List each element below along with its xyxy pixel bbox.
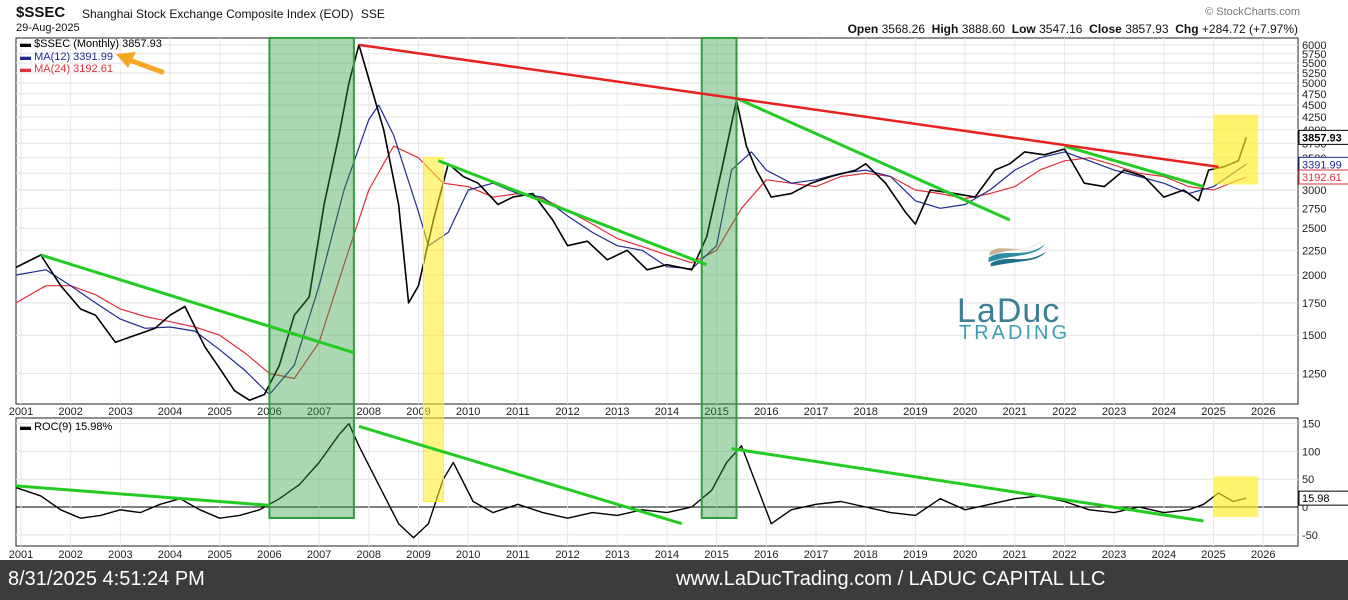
chg-value: +284.72 (+7.97%) <box>1201 22 1298 36</box>
close-price-tag-text: 3857.93 <box>1302 132 1342 144</box>
ma24-price-tag-text: 3192.61 <box>1302 172 1342 184</box>
x-tick-label: 2022 <box>1052 406 1076 418</box>
index-name: Shanghai Stock Exchange Composite Index … <box>82 7 385 21</box>
y-tick-label: 4500 <box>1302 100 1326 112</box>
chart-date: 29-Aug-2025 <box>16 22 80 34</box>
close-value: 3857.93 <box>1125 22 1169 36</box>
symbol-label: $SSEC <box>16 4 66 21</box>
legend-ma12-text: MA(12) 3391.99 <box>34 51 113 63</box>
legend-ma24: ▬ MA(24) 3192.61 <box>20 63 113 75</box>
y-tick-label: 2250 <box>1302 245 1326 257</box>
roc-y-tick-label: 50 <box>1302 474 1314 486</box>
y-tick-label: 1750 <box>1302 298 1326 310</box>
x-tick-label: 2025 <box>1201 406 1225 418</box>
ohlc-readout: Open 3568.26 High 3888.60 Low 3547.16 Cl… <box>848 22 1298 36</box>
price-panel: 1250150017502000225025002750300032503500… <box>9 37 1326 418</box>
x-tick-label: 2011 <box>506 406 530 418</box>
x-tick-label: 2010 <box>456 406 480 418</box>
x-tick-label: 2021 <box>1003 406 1027 418</box>
y-tick-label: 1250 <box>1302 368 1326 380</box>
price-panel-frame <box>15 37 1299 405</box>
x-tick-label: 2020 <box>953 406 977 418</box>
index-title: Shanghai Stock Exchange Composite Index … <box>82 7 354 21</box>
x-tick-label: 2005 <box>207 406 231 418</box>
close-label: Close <box>1089 22 1122 36</box>
x-tick-label: 2004 <box>158 406 182 418</box>
y-tick-label: 3000 <box>1302 185 1326 197</box>
ma24-price-tag: 3192.61 <box>1298 169 1348 185</box>
highlight-box-yellow <box>1213 476 1259 518</box>
x-tick-label: 2013 <box>605 406 629 418</box>
roc-value-tag: 15.98 <box>1298 490 1348 506</box>
y-tick-label: 5000 <box>1302 78 1326 90</box>
high-label: High <box>931 22 959 36</box>
highlight-box-yellow <box>1213 114 1259 185</box>
roc-value-tag-text: 15.98 <box>1302 493 1330 505</box>
x-tick-label: 2026 <box>1251 406 1275 418</box>
ma12-price-tag: 3391.99 <box>1298 156 1348 172</box>
footer-bar: 8/31/2025 4:51:24 PM www.LaDucTrading.co… <box>0 560 1348 600</box>
legend-price-text: $SSEC (Monthly) 3857.93 <box>34 38 162 50</box>
y-tick-label: 1500 <box>1302 330 1326 342</box>
x-tick-label: 2003 <box>108 406 132 418</box>
highlight-box-green <box>268 37 355 519</box>
legend-roc-text: ROC(9) 15.98% <box>34 421 113 433</box>
source-label: © StockCharts.com <box>1205 6 1300 18</box>
x-tick-label: 2019 <box>903 406 927 418</box>
x-tick-label: 2002 <box>58 406 82 418</box>
x-tick-label: 2017 <box>804 406 828 418</box>
roc-panel: -500501001502001 2002 2003 2004 2005 2006 2007… <box>9 417 1320 561</box>
roc-panel-frame <box>15 417 1299 547</box>
open-label: Open <box>847 22 879 36</box>
legend-price: ▬ $SSEC (Monthly) 3857.93 <box>20 38 162 50</box>
open-value: 3568.26 <box>881 22 925 36</box>
chart-canvas: 1250150017502000225025002750300032503500… <box>9 37 1348 561</box>
exchange-label: SSE <box>360 7 385 21</box>
footer-timestamp: 8/31/2025 4:51:24 PM <box>8 568 205 590</box>
x-tick-label: 2001 <box>9 406 33 418</box>
close-price-tag: 3857.93 <box>1298 129 1348 145</box>
x-tick-label: 2023 <box>1102 406 1126 418</box>
roc-y-tick-label: 150 <box>1302 419 1320 431</box>
high-value: 3888.60 <box>961 22 1006 36</box>
footer-site: www.LaDucTrading.com / LADUC CAPITAL LLC <box>676 568 1106 590</box>
roc-y-tick-label: 100 <box>1302 446 1320 458</box>
x-tick-label: 2012 <box>555 406 579 418</box>
roc-y-tick-label: -50 <box>1302 530 1318 542</box>
logo-sub: TRADING <box>959 322 1070 344</box>
legend-ma12: ▬ MA(12) 3391.99 <box>20 51 113 63</box>
low-value: 3547.16 <box>1039 22 1083 36</box>
legend-roc: ▬ ROC(9) 15.98% <box>20 421 113 433</box>
y-tick-label: 2750 <box>1302 203 1326 215</box>
highlight-box-green <box>700 37 738 519</box>
y-tick-label: 4250 <box>1302 112 1326 124</box>
y-tick-label: 6000 <box>1302 40 1326 52</box>
x-tick-label: 2016 <box>754 406 778 418</box>
y-tick-label: 4750 <box>1302 89 1326 101</box>
low-label: Low <box>1011 22 1036 36</box>
y-tick-label: 2000 <box>1302 270 1326 282</box>
x-tick-label: 2008 <box>357 406 381 418</box>
y-tick-label: 2500 <box>1302 223 1326 235</box>
chg-label: Chg <box>1175 22 1199 36</box>
x-tick-label: 2024 <box>1152 406 1176 418</box>
x-tick-label: 2018 <box>853 406 877 418</box>
laduc-logo-waves-icon <box>988 240 1047 267</box>
legend-ma24-text: MA(24) 3192.61 <box>34 63 113 75</box>
x-tick-label: 2014 <box>655 406 679 418</box>
